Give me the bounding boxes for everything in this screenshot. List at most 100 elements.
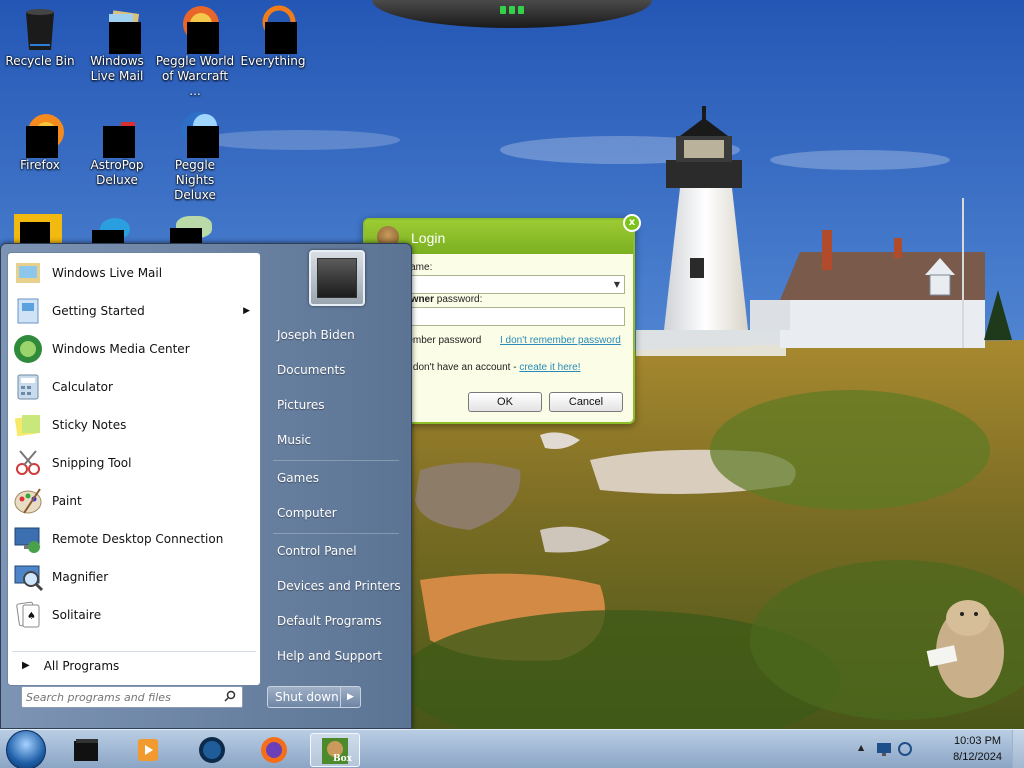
search-icon[interactable]: [224, 690, 236, 702]
magnifier-icon: [14, 565, 44, 592]
program-label: Paint: [52, 494, 82, 508]
triangle-right-icon: ▶: [22, 660, 30, 671]
shutdown-options-arrow-icon[interactable]: ▶: [340, 687, 360, 707]
firefox-icon: [16, 108, 64, 158]
sticky-notes-icon: [14, 415, 40, 437]
program-label: Sticky Notes: [52, 418, 127, 432]
start-link-music[interactable]: Music: [267, 425, 405, 455]
clock-time: 10:03 PM: [953, 735, 1002, 747]
desktop-icon-label: Everything: [240, 54, 306, 68]
start-separator: [273, 533, 399, 534]
desktop-icon-label: Recycle Bin: [5, 54, 75, 68]
desktop-icon-everything[interactable]: Everything: [233, 0, 313, 69]
program-magnifier[interactable]: Magnifier: [12, 559, 256, 595]
firefox-icon: [261, 737, 287, 763]
taskbar-item-box-active[interactable]: Box: [310, 733, 360, 767]
ok-button[interactable]: OK: [468, 392, 542, 412]
clock[interactable]: 10:03 PM 8/12/2024: [953, 733, 1002, 765]
start-link-pictures[interactable]: Pictures: [267, 390, 405, 420]
cards-icon: ♠: [16, 601, 40, 628]
desktop-icon-label: Peggle World of Warcraft ...: [155, 54, 235, 98]
clock-date: 8/12/2024: [953, 751, 1002, 763]
program-label: Windows Live Mail: [52, 266, 163, 280]
taskbar-item-1[interactable]: [62, 733, 112, 767]
desktop-icon-label: Firefox: [20, 158, 60, 172]
program-sticky-notes[interactable]: Sticky Notes: [12, 407, 256, 443]
start-link-computer[interactable]: Computer: [267, 498, 405, 528]
close-button[interactable]: x: [623, 214, 641, 232]
program-label: Solitaire: [52, 608, 102, 622]
forgot-password-link[interactable]: I don't remember password: [500, 335, 621, 346]
program-windows-live-mail[interactable]: Windows Live Mail: [12, 255, 256, 291]
astropop-icon: [93, 108, 141, 158]
gadget-indicator-icon: [500, 6, 524, 16]
program-label: Snipping Tool: [52, 456, 132, 470]
desktop-icon-partial-2[interactable]: [92, 216, 132, 244]
create-account-text: ou don't have an account - create it her…: [399, 362, 581, 373]
palette-icon: [14, 488, 42, 514]
start-link-documents[interactable]: Documents: [267, 355, 405, 385]
desktop-icon-windows-live-mail[interactable]: Windows Live Mail: [77, 0, 157, 84]
all-programs-label: All Programs: [43, 658, 120, 673]
user-account-picture[interactable]: [309, 250, 365, 306]
program-snipping-tool[interactable]: Snipping Tool: [12, 445, 256, 481]
desktop-icon-label: Peggle Nights Deluxe: [174, 158, 216, 202]
peggle-icon: [171, 4, 219, 54]
start-search-box[interactable]: [21, 686, 243, 708]
dropdown-arrow-icon: ▼: [613, 280, 620, 289]
desktop-icon-recycle-bin[interactable]: Recycle Bin: [0, 0, 80, 69]
taskbar-item-globe[interactable]: [188, 733, 238, 767]
program-solitaire[interactable]: ♠ Solitaire: [12, 597, 256, 633]
globe-icon: [199, 737, 225, 763]
all-programs-button[interactable]: ▶ All Programs: [12, 651, 256, 679]
start-link-games[interactable]: Games: [267, 463, 405, 493]
start-link-control-panel[interactable]: Control Panel: [267, 536, 405, 566]
program-label: Calculator: [52, 380, 113, 394]
program-label: Getting Started: [52, 304, 145, 318]
program-paint[interactable]: Paint: [12, 483, 256, 519]
start-link-user[interactable]: Joseph Biden: [267, 320, 405, 350]
search-input[interactable]: [26, 688, 216, 706]
start-link-help-support[interactable]: Help and Support: [267, 641, 405, 671]
show-desktop-button[interactable]: [1012, 730, 1024, 768]
account-name-dropdown[interactable]: ▼: [399, 275, 625, 294]
mail-icon: [93, 4, 141, 54]
taskbar-item-firefox[interactable]: [250, 733, 300, 767]
desktop-icon-peggle-wow[interactable]: Peggle World of Warcraft ...: [155, 0, 235, 99]
desktop-icon-label: Windows Live Mail: [90, 54, 144, 83]
shutdown-label: Shut down: [275, 690, 339, 704]
program-remote-desktop[interactable]: Remote Desktop Connection: [12, 521, 256, 557]
system-tray: ▲ 10:03 PM 8/12/2024: [854, 730, 1024, 768]
peggle-nights-icon: [171, 108, 219, 158]
start-button[interactable]: [6, 730, 46, 768]
desktop-icon-astropop[interactable]: AstroPop Deluxe: [77, 104, 157, 188]
cancel-button[interactable]: Cancel: [549, 392, 623, 412]
submenu-arrow-icon: ▶: [243, 306, 250, 316]
magnifier-icon: [249, 4, 297, 54]
avatar: [317, 258, 357, 298]
show-hidden-icons-arrow-icon[interactable]: ▲: [858, 743, 864, 752]
desktop-icon-partial-1[interactable]: [14, 214, 62, 244]
program-calculator[interactable]: Calculator: [12, 369, 256, 405]
sync-icon[interactable]: [898, 741, 912, 757]
desktop-icon-peggle-nights[interactable]: Peggle Nights Deluxe: [155, 104, 235, 203]
create-account-link[interactable]: create it here!: [519, 362, 580, 373]
taskbar-item-media-player[interactable]: [124, 733, 174, 767]
desktop-icon-label: AstroPop Deluxe: [90, 158, 144, 187]
program-windows-media-center[interactable]: Windows Media Center: [12, 331, 256, 367]
login-title: Login: [411, 230, 446, 246]
network-icon[interactable]: [876, 742, 892, 756]
start-link-default-programs[interactable]: Default Programs: [267, 606, 405, 636]
start-link-devices-printers[interactable]: Devices and Printers: [267, 571, 405, 601]
program-label: Magnifier: [52, 570, 109, 584]
scissors-icon: [16, 450, 40, 475]
program-getting-started[interactable]: Getting Started ▶: [12, 293, 256, 329]
shutdown-button[interactable]: Shut down ▶: [267, 686, 361, 708]
media-center-icon: [14, 335, 42, 363]
svg-text:♠: ♠: [27, 611, 36, 622]
media-player-icon: [138, 739, 158, 761]
desktop-icon-firefox[interactable]: Firefox: [0, 104, 80, 173]
desktop-icon-partial-3[interactable]: [170, 214, 218, 244]
program-label: Windows Media Center: [52, 342, 190, 356]
password-field[interactable]: [399, 307, 625, 326]
